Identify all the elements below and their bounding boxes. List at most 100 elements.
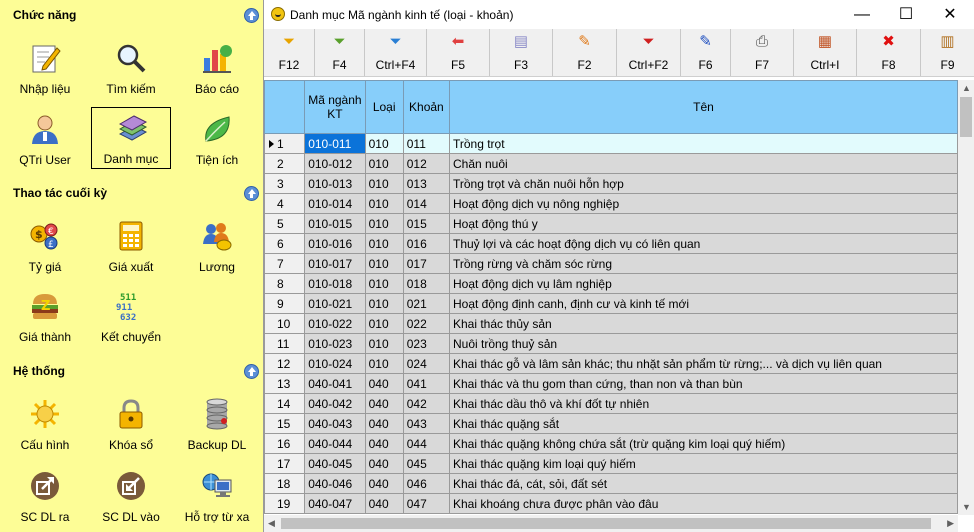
table-row[interactable]: 7 010-017 010 017 Trồng rừng và chăm sóc rừn… xyxy=(264,253,958,274)
cell-khoan[interactable]: 011 xyxy=(402,133,450,154)
cell-ten[interactable]: Khai thác quặng sắt xyxy=(448,413,958,434)
cell-ma-nganh[interactable]: 010-018 xyxy=(304,273,366,294)
cell-ten[interactable]: Hoạt động định canh, định cư và kinh tế … xyxy=(448,293,958,314)
cell-ten[interactable]: Khai thác gỗ và lâm sản khác; thu nhặt s… xyxy=(448,353,958,374)
scroll-up-icon[interactable]: ▲ xyxy=(962,83,971,93)
cell-loai[interactable]: 040 xyxy=(364,373,404,394)
cell-khoan[interactable]: 015 xyxy=(402,213,450,234)
row-header[interactable]: 11 xyxy=(264,333,306,354)
column-header-ma-nganh[interactable]: Mã ngành KT xyxy=(304,80,366,134)
row-header[interactable]: 1 xyxy=(264,133,306,154)
cell-ma-nganh[interactable]: 040-042 xyxy=(304,393,366,414)
table-row[interactable]: 6 010-016 010 016 Thuỷ lợi và các hoạt động … xyxy=(264,233,958,254)
cell-ten[interactable]: Khai thác quặng không chứa sắt (trừ quặn… xyxy=(448,433,958,454)
tile-sc-dl-vao[interactable]: SC DL vào xyxy=(91,464,171,526)
cell-khoan[interactable]: 013 xyxy=(402,173,450,194)
cell-ten[interactable]: Thuỷ lợi và các hoạt động dịch vụ có liê… xyxy=(448,233,958,254)
row-header[interactable]: 10 xyxy=(264,313,306,334)
tile-qtri-user[interactable]: QTri User xyxy=(5,107,85,169)
table-row[interactable]: 15 040-043 040 043 Khai thác quặng sắt xyxy=(264,413,958,434)
scroll-right-icon[interactable]: ▶ xyxy=(947,518,954,529)
cell-ten[interactable]: Khai thác thủy sản xyxy=(448,313,958,334)
row-header[interactable]: 3 xyxy=(264,173,306,194)
cell-ma-nganh[interactable]: 010-024 xyxy=(304,353,366,374)
row-header-corner[interactable] xyxy=(264,80,306,134)
row-header[interactable]: 13 xyxy=(264,373,306,394)
collapse-up-icon[interactable] xyxy=(244,186,259,201)
table-row[interactable]: 8 010-018 010 018 Hoạt động dịch vụ lâm nghi… xyxy=(264,273,958,294)
scroll-thumb[interactable] xyxy=(281,518,931,529)
cell-ten[interactable]: Khai thác quặng kim loại quý hiếm xyxy=(448,453,958,474)
tile-nhap-lieu[interactable]: Nhập liệu xyxy=(5,36,85,98)
scroll-left-icon[interactable]: ◀ xyxy=(268,518,275,529)
cell-ma-nganh[interactable]: 040-041 xyxy=(304,373,366,394)
cell-ma-nganh[interactable]: 010-017 xyxy=(304,253,366,274)
row-header[interactable]: 2 xyxy=(264,153,306,174)
tile-sc-dl-ra[interactable]: SC DL ra xyxy=(5,464,85,526)
cell-loai[interactable]: 040 xyxy=(364,393,404,414)
cell-loai[interactable]: 010 xyxy=(364,313,404,334)
cell-ten[interactable]: Chăn nuôi xyxy=(448,153,958,174)
row-header[interactable]: 17 xyxy=(264,453,306,474)
tile-danh-muc[interactable]: Danh mục xyxy=(91,107,171,169)
cell-loai[interactable]: 040 xyxy=(364,493,404,514)
toolbar-button-9[interactable]: ⎙ F7 xyxy=(731,29,794,76)
tile-cau-hinh[interactable]: Cấu hình xyxy=(5,392,85,454)
cell-ten[interactable]: Khai thác dầu thô và khí đốt tự nhiên xyxy=(448,393,958,414)
cell-khoan[interactable]: 046 xyxy=(402,473,450,494)
cell-khoan[interactable]: 014 xyxy=(402,193,450,214)
table-row[interactable]: 11 010-023 010 023 Nuôi trồng thuỷ sản xyxy=(264,333,958,354)
toolbar-button-10[interactable]: ▦ Ctrl+I xyxy=(794,29,857,76)
cell-khoan[interactable]: 047 xyxy=(402,493,450,514)
tile-ty-gia[interactable]: $ € £ Tỷ giá xyxy=(5,214,85,276)
toolbar-button-2[interactable]: ⏷ F4 xyxy=(315,29,365,76)
cell-loai[interactable]: 010 xyxy=(364,273,404,294)
cell-ten[interactable]: Khai thác và thu gom than cứng, than non… xyxy=(448,373,958,394)
tile-backup-dl[interactable]: Backup DL xyxy=(177,392,257,454)
toolbar-button-7[interactable]: ⏷ Ctrl+F2 xyxy=(617,29,681,76)
cell-loai[interactable]: 040 xyxy=(364,413,404,434)
collapse-up-icon[interactable] xyxy=(244,8,259,23)
cell-ma-nganh[interactable]: 010-014 xyxy=(304,193,366,214)
cell-khoan[interactable]: 045 xyxy=(402,453,450,474)
table-row[interactable]: 16 040-044 040 044 Khai thác quặng không chứ… xyxy=(264,433,958,454)
close-button[interactable]: ✕ xyxy=(930,0,970,29)
table-row[interactable]: 4 010-014 010 014 Hoạt động dịch vụ nông ngh… xyxy=(264,193,958,214)
cell-ten[interactable]: Hoạt động dịch vụ nông nghiệp xyxy=(448,193,958,214)
tile-tien-ich[interactable]: Tiện ích xyxy=(177,107,257,169)
tile-ho-tro-tu-xa[interactable]: Hỗ trợ từ xa xyxy=(177,464,257,526)
cell-ten[interactable]: Trồng trọt xyxy=(448,133,958,154)
cell-ten[interactable]: Trồng trọt và chăn nuôi hỗn hợp xyxy=(448,173,958,194)
cell-loai[interactable]: 010 xyxy=(364,193,404,214)
tile-luong[interactable]: Lương xyxy=(177,214,257,276)
minimize-button[interactable]: — xyxy=(842,0,882,29)
cell-khoan[interactable]: 023 xyxy=(402,333,450,354)
cell-ten[interactable]: Hoạt động dịch vụ lâm nghiệp xyxy=(448,273,958,294)
cell-loai[interactable]: 010 xyxy=(364,173,404,194)
cell-ma-nganh[interactable]: 010-011 xyxy=(304,133,366,154)
column-header-ten[interactable]: Tên xyxy=(448,80,958,134)
cell-ma-nganh[interactable]: 040-043 xyxy=(304,413,366,434)
cell-ma-nganh[interactable]: 040-044 xyxy=(304,433,366,454)
row-header[interactable]: 18 xyxy=(264,473,306,494)
cell-ten[interactable]: Trồng rừng và chăm sóc rừng xyxy=(448,253,958,274)
cell-loai[interactable]: 040 xyxy=(364,473,404,494)
cell-ma-nganh[interactable]: 040-046 xyxy=(304,473,366,494)
cell-khoan[interactable]: 042 xyxy=(402,393,450,414)
cell-khoan[interactable]: 017 xyxy=(402,253,450,274)
cell-ma-nganh[interactable]: 010-013 xyxy=(304,173,366,194)
table-row[interactable]: 13 040-041 040 041 Khai thác và thu gom than… xyxy=(264,373,958,394)
scroll-thumb[interactable] xyxy=(960,97,972,137)
row-header[interactable]: 7 xyxy=(264,253,306,274)
cell-khoan[interactable]: 018 xyxy=(402,273,450,294)
cell-khoan[interactable]: 022 xyxy=(402,313,450,334)
row-header[interactable]: 19 xyxy=(264,493,306,514)
column-header-loai[interactable]: Loại xyxy=(364,80,404,134)
cell-khoan[interactable]: 021 xyxy=(402,293,450,314)
cell-loai[interactable]: 010 xyxy=(364,253,404,274)
horizontal-scrollbar[interactable]: ◀ ▶ xyxy=(264,515,958,532)
row-header[interactable]: 8 xyxy=(264,273,306,294)
tile-tim-kiem[interactable]: Tìm kiếm xyxy=(91,36,171,98)
cell-loai[interactable]: 010 xyxy=(364,293,404,314)
table-row[interactable]: 19 040-047 040 047 Khai khoáng chưa được phâ… xyxy=(264,493,958,514)
